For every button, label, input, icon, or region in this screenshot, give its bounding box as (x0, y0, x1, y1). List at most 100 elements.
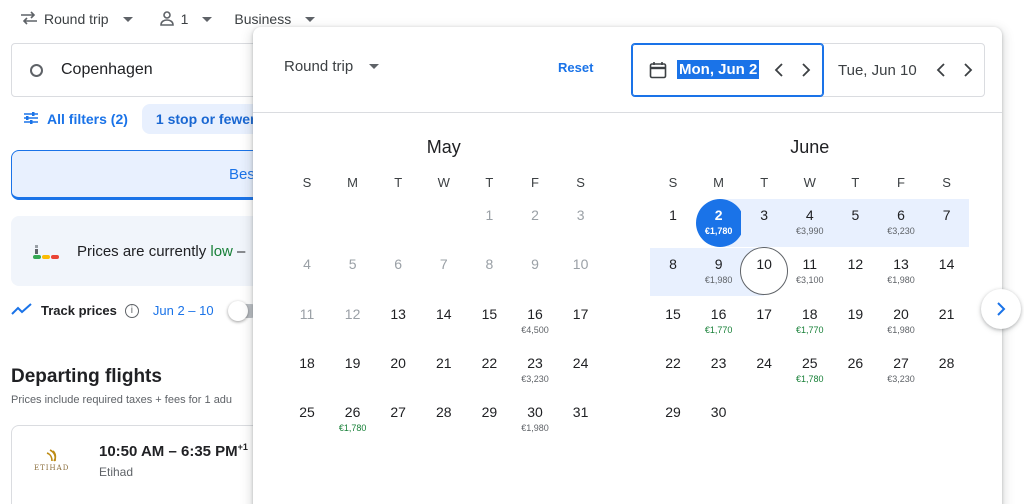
calendar-day-price: €1,780 (796, 374, 824, 384)
flight-time-range: 10:50 AM – 6:35 PM (99, 443, 238, 460)
calendar-day[interactable]: 22 (650, 347, 696, 395)
calendar-day[interactable]: 21 (421, 347, 467, 395)
calendar-day[interactable]: 26 €1,780 (330, 396, 376, 444)
passengers-select[interactable]: 1 (149, 0, 223, 38)
calendar-day: 9 (512, 248, 558, 296)
return-prev-day-button[interactable] (931, 58, 951, 82)
calendar-day-number: 8 (669, 256, 677, 272)
return-next-day-button[interactable] (958, 58, 978, 82)
calendar-day[interactable]: 25 (284, 396, 330, 444)
calendar-day-number: 8 (485, 256, 494, 272)
calendar-day[interactable]: 25 €1,780 (787, 347, 833, 395)
origin-input[interactable]: Copenhagen (11, 43, 271, 97)
calendar-day-number: 7 (439, 256, 448, 272)
calendar-day-number: 10 (756, 256, 772, 272)
calendar-day[interactable]: 2 €1,780 (695, 199, 744, 247)
calendar-day[interactable]: 20 €1,980 (878, 298, 924, 346)
calendar-day: 6 (375, 248, 421, 296)
calendar-day-number: 19 (344, 355, 361, 371)
calendar-day[interactable]: 16 €1,770 (696, 298, 742, 346)
chevron-down-icon (305, 16, 316, 22)
calendar-day-price: €3,100 (796, 275, 824, 285)
calendar-day[interactable]: 19 (832, 298, 878, 346)
calendar-day: 12 (330, 298, 376, 346)
calendar-day: 3 (558, 199, 604, 247)
calendar-day-number: 17 (572, 306, 589, 322)
weekday-header: F (531, 175, 539, 190)
flight-result-card[interactable]: ETIHAD 10:50 AM – 6:35 PM+1 Etihad (11, 425, 271, 504)
departure-prev-day-button[interactable] (769, 58, 789, 82)
calendar-day-number: 13 (893, 256, 909, 272)
calendar-day-number: 18 (299, 355, 315, 371)
calendar-day[interactable]: 8 (650, 248, 697, 296)
next-month-button[interactable] (981, 289, 1021, 329)
trip-type-select[interactable]: Round trip (0, 0, 143, 38)
calendar-day[interactable]: 23 (696, 347, 742, 395)
etihad-logo-text: ETIHAD (34, 464, 70, 472)
calendar-day[interactable]: 15 (650, 298, 696, 346)
calendar-day-number: 2 (531, 207, 539, 223)
calendar-day[interactable]: 28 (924, 347, 970, 395)
calendar-day[interactable]: 23 €3,230 (512, 347, 558, 395)
calendar-day[interactable]: 20 (375, 347, 421, 395)
calendar-day[interactable]: 22 (466, 347, 512, 395)
date-picker-dialog: Round trip Reset Mon, Jun 2 Tue, Jun 10 (253, 27, 1002, 504)
calendar-day-number: 22 (665, 355, 681, 371)
calendar-day[interactable]: 13 €1,980 (878, 248, 924, 296)
calendar-day[interactable]: 14 (421, 298, 467, 346)
calendar-day[interactable]: 18 €1,770 (787, 298, 833, 346)
reset-button[interactable]: Reset (558, 60, 593, 75)
calendar-day[interactable]: 16 €4,500 (512, 298, 558, 346)
calendar-day[interactable]: 9 €1,980 (695, 248, 742, 296)
calendar-day[interactable]: 30 €1,980 (512, 396, 558, 444)
calendar-day[interactable]: 27 €3,230 (878, 347, 924, 395)
calendar-day[interactable]: 29 (466, 396, 512, 444)
calendar-day[interactable]: 24 (558, 347, 604, 395)
calendar-day[interactable]: 28 (421, 396, 467, 444)
calendar-day[interactable]: 29 (650, 396, 696, 444)
popup-trip-type-select[interactable]: Round trip (284, 58, 380, 75)
stops-filter-chip[interactable]: 1 stop or fewer (141, 104, 270, 134)
weekday-header: T (760, 175, 769, 190)
calendar-day[interactable]: 7 (923, 199, 970, 247)
price-level-value: low (210, 242, 233, 260)
calendar-day[interactable]: 21 (924, 298, 970, 346)
calendar-day[interactable]: 17 (741, 298, 787, 346)
price-insight-banner: Prices are currently low – (11, 216, 271, 286)
calendar-day[interactable]: 30 (696, 396, 742, 444)
departure-date-field[interactable]: Mon, Jun 2 (631, 43, 824, 97)
calendar-day: 1 (466, 199, 512, 247)
calendar-day[interactable]: 12 (832, 248, 878, 296)
calendar-day[interactable]: 15 (466, 298, 512, 346)
calendar-day-number: 13 (390, 306, 406, 322)
chevron-down-icon (369, 64, 380, 69)
calendar-day[interactable]: 6 €3,230 (878, 199, 925, 247)
calendar-day[interactable]: 26 (832, 347, 878, 395)
calendar-day[interactable]: 18 (284, 347, 330, 395)
calendar-day[interactable]: 27 (375, 396, 421, 444)
calendar-day[interactable]: 14 (924, 248, 970, 296)
calendar-day[interactable]: 24 (741, 347, 787, 395)
calendar-day[interactable]: 31 (558, 396, 604, 444)
calendar-day[interactable]: 3 (741, 199, 788, 247)
departure-next-day-button[interactable] (796, 58, 816, 82)
chevron-left-icon (774, 63, 783, 77)
calendar-day[interactable]: 4 €3,990 (786, 199, 833, 247)
flight-airline: Etihad (99, 465, 134, 479)
calendar-day[interactable]: 10 (740, 247, 789, 296)
calendar-day[interactable]: 13 (375, 298, 421, 346)
tune-sliders-icon (23, 111, 39, 128)
calendar-day[interactable]: 17 (558, 298, 604, 346)
calendar-day[interactable]: 1 (650, 199, 696, 247)
month-title-june: June (790, 137, 830, 157)
tab-best[interactable]: Bes (11, 150, 271, 200)
calendar-day[interactable]: 11 €3,100 (787, 248, 833, 296)
calendar-day[interactable]: 5 (832, 199, 879, 247)
departing-flights-title: Departing flights (11, 366, 162, 387)
calendar-day-number: 1 (485, 207, 494, 223)
info-icon[interactable]: i (124, 303, 139, 318)
return-date-value[interactable]: Tue, Jun 10 (838, 62, 917, 79)
all-filters-button[interactable]: All filters (2) (11, 111, 128, 128)
calendar-day-number: 12 (344, 306, 361, 322)
calendar-day[interactable]: 19 (330, 347, 376, 395)
